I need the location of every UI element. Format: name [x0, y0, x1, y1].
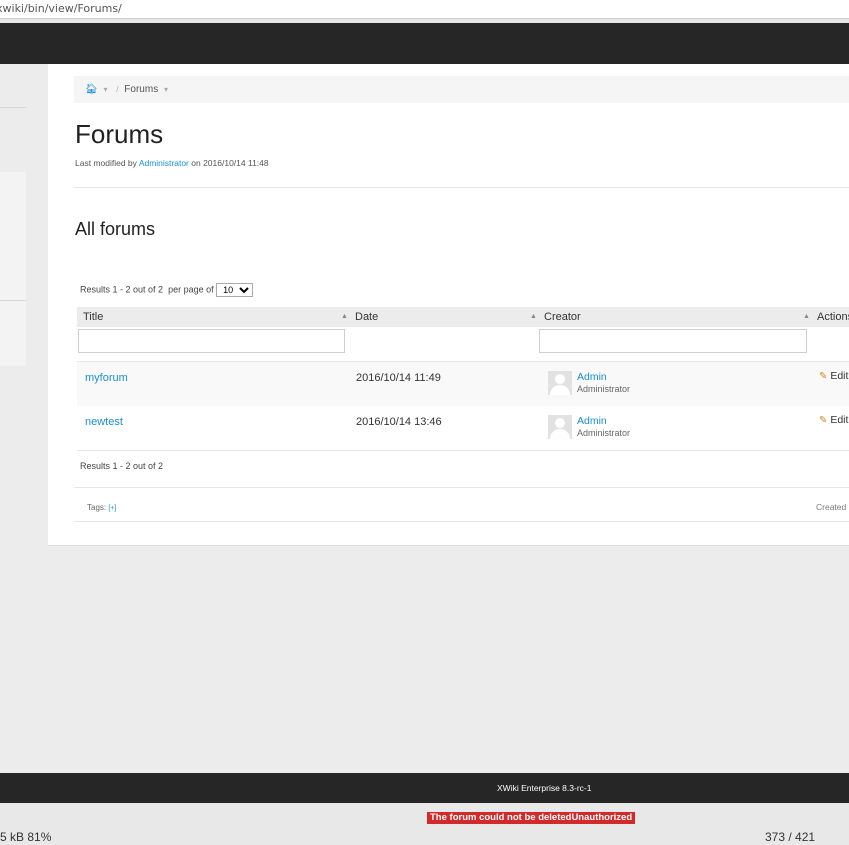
forum-link[interactable]: myforum — [85, 372, 128, 384]
page-counter: 373 / 421 — [765, 830, 816, 844]
panel-divider — [0, 300, 26, 301]
breadcrumb-current[interactable]: Forums — [124, 84, 158, 95]
creator-filter-input[interactable] — [539, 329, 807, 353]
pencil-icon: ✎ — [819, 371, 828, 382]
page-size-zoom: 5 kB 81% — [0, 830, 52, 844]
edit-label: Edit — [830, 414, 849, 426]
table-row: newtest 2016/10/14 13:46 Admin Administr… — [77, 406, 849, 451]
column-creator[interactable]: Creator — [544, 307, 581, 327]
section-title: All forums — [75, 219, 156, 239]
modified-prefix: Last modified by — [75, 158, 137, 168]
column-date[interactable]: Date — [355, 307, 378, 327]
panel-block — [0, 172, 26, 366]
results-summary-top: Results 1 - 2 out of 2 per page of 10 — [80, 283, 254, 297]
divider — [74, 487, 849, 488]
per-page-select[interactable]: 10 — [216, 283, 254, 297]
main-content — [48, 64, 849, 546]
pencil-icon: ✎ — [819, 415, 828, 426]
add-tag-link[interactable]: [+] — [108, 505, 116, 512]
edit-label: Edit — [830, 370, 849, 382]
sort-icon[interactable]: ▲ — [803, 307, 810, 327]
results-summary-bottom: Results 1 - 2 out of 2 — [80, 461, 164, 471]
footer-version: XWiki Enterprise 8.3-rc-1 — [497, 783, 592, 793]
footer: XWiki Enterprise 8.3-rc-1 — [0, 773, 849, 803]
error-message: The forum could not be deletedUnauthoriz… — [427, 812, 636, 824]
address-bar[interactable]: xwiki/bin/view/Forums/ — [0, 0, 849, 19]
row-date: 2016/10/14 13:46 — [356, 416, 442, 428]
tags-label: Tags: — [87, 503, 107, 512]
breadcrumb: 🏠︎ ▾ / Forums ▾ — [74, 76, 849, 103]
table-row: myforum 2016/10/14 11:49 Admin Administr… — [77, 361, 849, 407]
avatar — [548, 371, 572, 395]
table-header: Title ▲ Date ▲ Creator ▲ Actions — [77, 307, 849, 327]
sort-icon[interactable]: ▲ — [341, 307, 348, 327]
sort-icon[interactable]: ▲ — [530, 307, 537, 327]
modified-user-link[interactable]: Administrator — [139, 158, 189, 168]
title-filter-input[interactable] — [78, 329, 345, 353]
column-actions: Actions — [817, 311, 849, 323]
divider — [74, 521, 849, 522]
column-title[interactable]: Title — [83, 307, 103, 327]
home-dropdown-icon[interactable]: ▾ — [103, 85, 107, 94]
row-date: 2016/10/14 11:49 — [356, 372, 441, 384]
last-modified: Last modified by Administrator on 2016/1… — [75, 158, 269, 168]
forum-link[interactable]: newtest — [85, 416, 123, 428]
breadcrumb-dropdown-icon[interactable]: ▾ — [164, 85, 168, 94]
creator-role: Administrator — [577, 384, 631, 394]
panel-divider — [0, 107, 26, 108]
per-page-label: per page of — [168, 284, 214, 295]
filter-row — [77, 327, 849, 360]
left-panel — [0, 64, 48, 773]
creator-link[interactable]: Admin — [577, 415, 607, 427]
status-bar — [0, 803, 849, 845]
top-navigation-bar — [0, 23, 849, 64]
avatar — [548, 415, 572, 439]
edit-button[interactable]: ✎ Edit — [819, 414, 848, 426]
url-text: xwiki/bin/view/Forums/ — [0, 2, 122, 15]
home-icon[interactable]: 🏠︎ — [85, 84, 98, 95]
modified-suffix: on 2016/10/14 11:48 — [191, 158, 269, 168]
creator-link[interactable]: Admin — [577, 371, 607, 383]
divider — [74, 187, 849, 188]
tags: Tags: [+] — [87, 503, 116, 512]
page-title: Forums — [75, 119, 164, 149]
created-info: Created — [816, 502, 847, 512]
breadcrumb-separator: / — [116, 85, 119, 94]
creator-role: Administrator — [577, 428, 631, 438]
results-count: Results 1 - 2 out of 2 — [80, 284, 164, 295]
edit-button[interactable]: ✎ Edit — [819, 370, 848, 382]
